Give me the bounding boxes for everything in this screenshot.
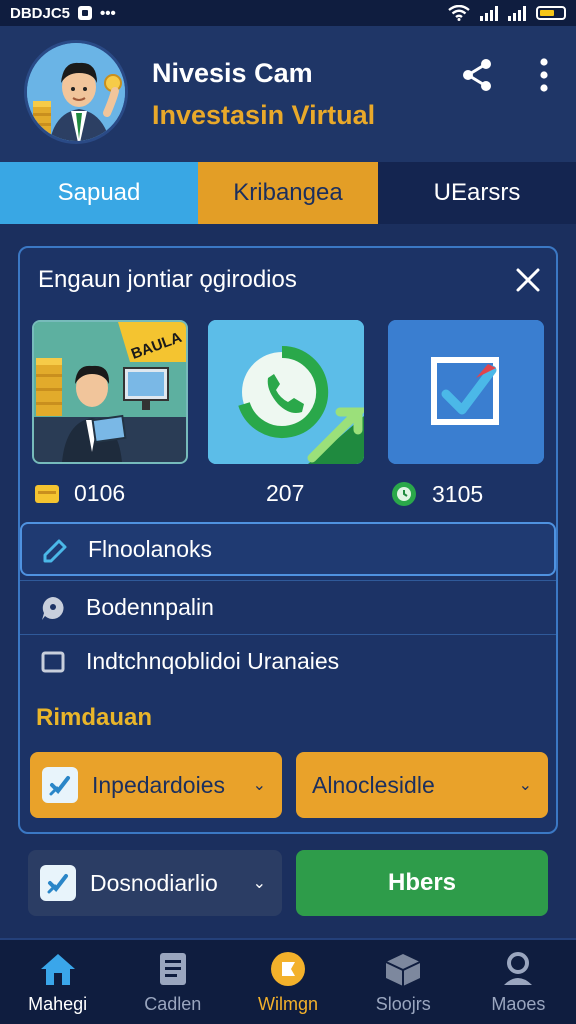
card-checklist[interactable] — [388, 320, 544, 464]
dropdown-label: Alnoclesidle — [312, 771, 435, 798]
stat-calls: 207 — [266, 480, 304, 507]
signal-icon-secondary — [508, 5, 526, 21]
stat-tasks: 3105 — [390, 480, 483, 508]
chevron-down-icon: ⌄ — [518, 777, 532, 794]
tab-sapuad[interactable]: Sapuad — [0, 162, 198, 224]
dropdown-label: Inpedardoies — [92, 771, 225, 798]
app-title: Nivesis Cam — [152, 58, 313, 88]
panel-title: Engaun jontiar ǫgirodios — [38, 266, 297, 293]
dropdown-dosnodiarlio[interactable]: Dosnodiarlio ⌄ — [28, 850, 282, 916]
battery-icon — [536, 6, 566, 20]
chat-bubble-icon — [38, 593, 68, 623]
phone-call-icon — [208, 320, 364, 464]
nav-label: Maoes — [491, 993, 546, 1014]
home-icon — [38, 950, 78, 988]
wallet-coin-icon — [268, 950, 308, 988]
profile-icon — [498, 950, 538, 988]
tag-icon — [40, 534, 70, 564]
stat-coins: 0106 — [34, 480, 125, 507]
chevron-down-icon: ⌄ — [252, 875, 266, 892]
nav-label: Mahegi — [28, 993, 88, 1014]
avatar[interactable] — [24, 40, 128, 144]
more-vertical-icon[interactable] — [532, 56, 556, 94]
chevron-down-icon: ⌄ — [252, 777, 266, 794]
dropdown-label: Dosnodiarlio — [90, 869, 218, 896]
hbers-button[interactable]: Hbers — [296, 850, 548, 916]
nav-item-home[interactable]: Mahegi — [0, 940, 115, 1024]
investor-illustration-icon: BAULA — [34, 322, 186, 462]
list-item-label: Flnoolanoks — [88, 535, 213, 562]
nav-label: Sloojrs — [375, 993, 431, 1014]
document-icon — [153, 950, 193, 988]
tab-bar: Sapuad Kribangea UEarsrs — [0, 162, 576, 224]
list-item-indtchnqoblidoi[interactable]: Indtchnqoblidoi Uranaies — [20, 634, 556, 688]
status-more-dots: ••• — [100, 4, 116, 22]
dropdown-alnoclesidle[interactable]: Alnoclesidle ⌄ — [296, 752, 548, 818]
nav-label: Wilmgn — [258, 993, 319, 1014]
stat-value-2: 207 — [266, 480, 305, 506]
stat-value-3: 3105 — [432, 480, 484, 507]
nav-item-cadlen[interactable]: Cadlen — [115, 940, 230, 1024]
notification-icon — [78, 6, 93, 20]
section-label: Rimdauan — [36, 704, 153, 731]
check-icon — [40, 865, 76, 901]
list-item-label: Indtchnqoblidoi Uranaies — [86, 648, 340, 674]
dropdown-inpedardoies[interactable]: Inpedardoies ⌄ — [30, 752, 282, 818]
investment-panel: Engaun jontiar ǫgirodios BAULA 0106 207 … — [18, 246, 558, 834]
signal-icon — [480, 5, 498, 21]
nav-item-sloojrs[interactable]: Sloojrs — [346, 940, 461, 1024]
checklist-icon — [388, 320, 544, 464]
app-subtitle: Investasin Virtual — [152, 100, 376, 130]
card-call[interactable] — [208, 320, 364, 464]
wallet-icon — [35, 484, 59, 503]
tab-kribangea[interactable]: Kribangea — [198, 162, 378, 224]
status-right — [448, 5, 566, 21]
box-icon — [383, 950, 423, 988]
nav-item-maoes[interactable]: Maoes — [461, 940, 576, 1024]
list-item-flnoolanoks[interactable]: Flnoolanoks — [20, 522, 556, 576]
bottom-nav: Mahegi Cadlen Wilmgn Sloojrs Maoes — [0, 938, 576, 1024]
list-item-bodennpalin[interactable]: Bodennpalin — [20, 580, 556, 634]
status-bar: DBDJC5 ••• — [0, 0, 576, 26]
nav-item-wilmgn[interactable]: Wilmgn — [230, 940, 345, 1024]
square-icon — [38, 647, 68, 677]
status-carrier-text: DBDJC5 — [10, 4, 71, 22]
check-icon — [42, 767, 78, 803]
stat-value-1: 0106 — [74, 480, 126, 506]
clock-icon — [392, 482, 416, 506]
businessman-avatar-icon — [27, 43, 125, 141]
share-icon[interactable] — [458, 56, 496, 94]
close-icon[interactable] — [514, 266, 542, 294]
app-header: Nivesis Cam Investasin Virtual — [0, 26, 576, 162]
nav-label: Cadlen — [144, 993, 202, 1014]
wifi-icon — [448, 5, 470, 21]
list-item-label: Bodennpalin — [86, 594, 214, 620]
card-investor[interactable]: BAULA — [32, 320, 188, 464]
status-left: DBDJC5 ••• — [10, 5, 116, 22]
tab-uearsrs[interactable]: UEarsrs — [378, 162, 576, 224]
